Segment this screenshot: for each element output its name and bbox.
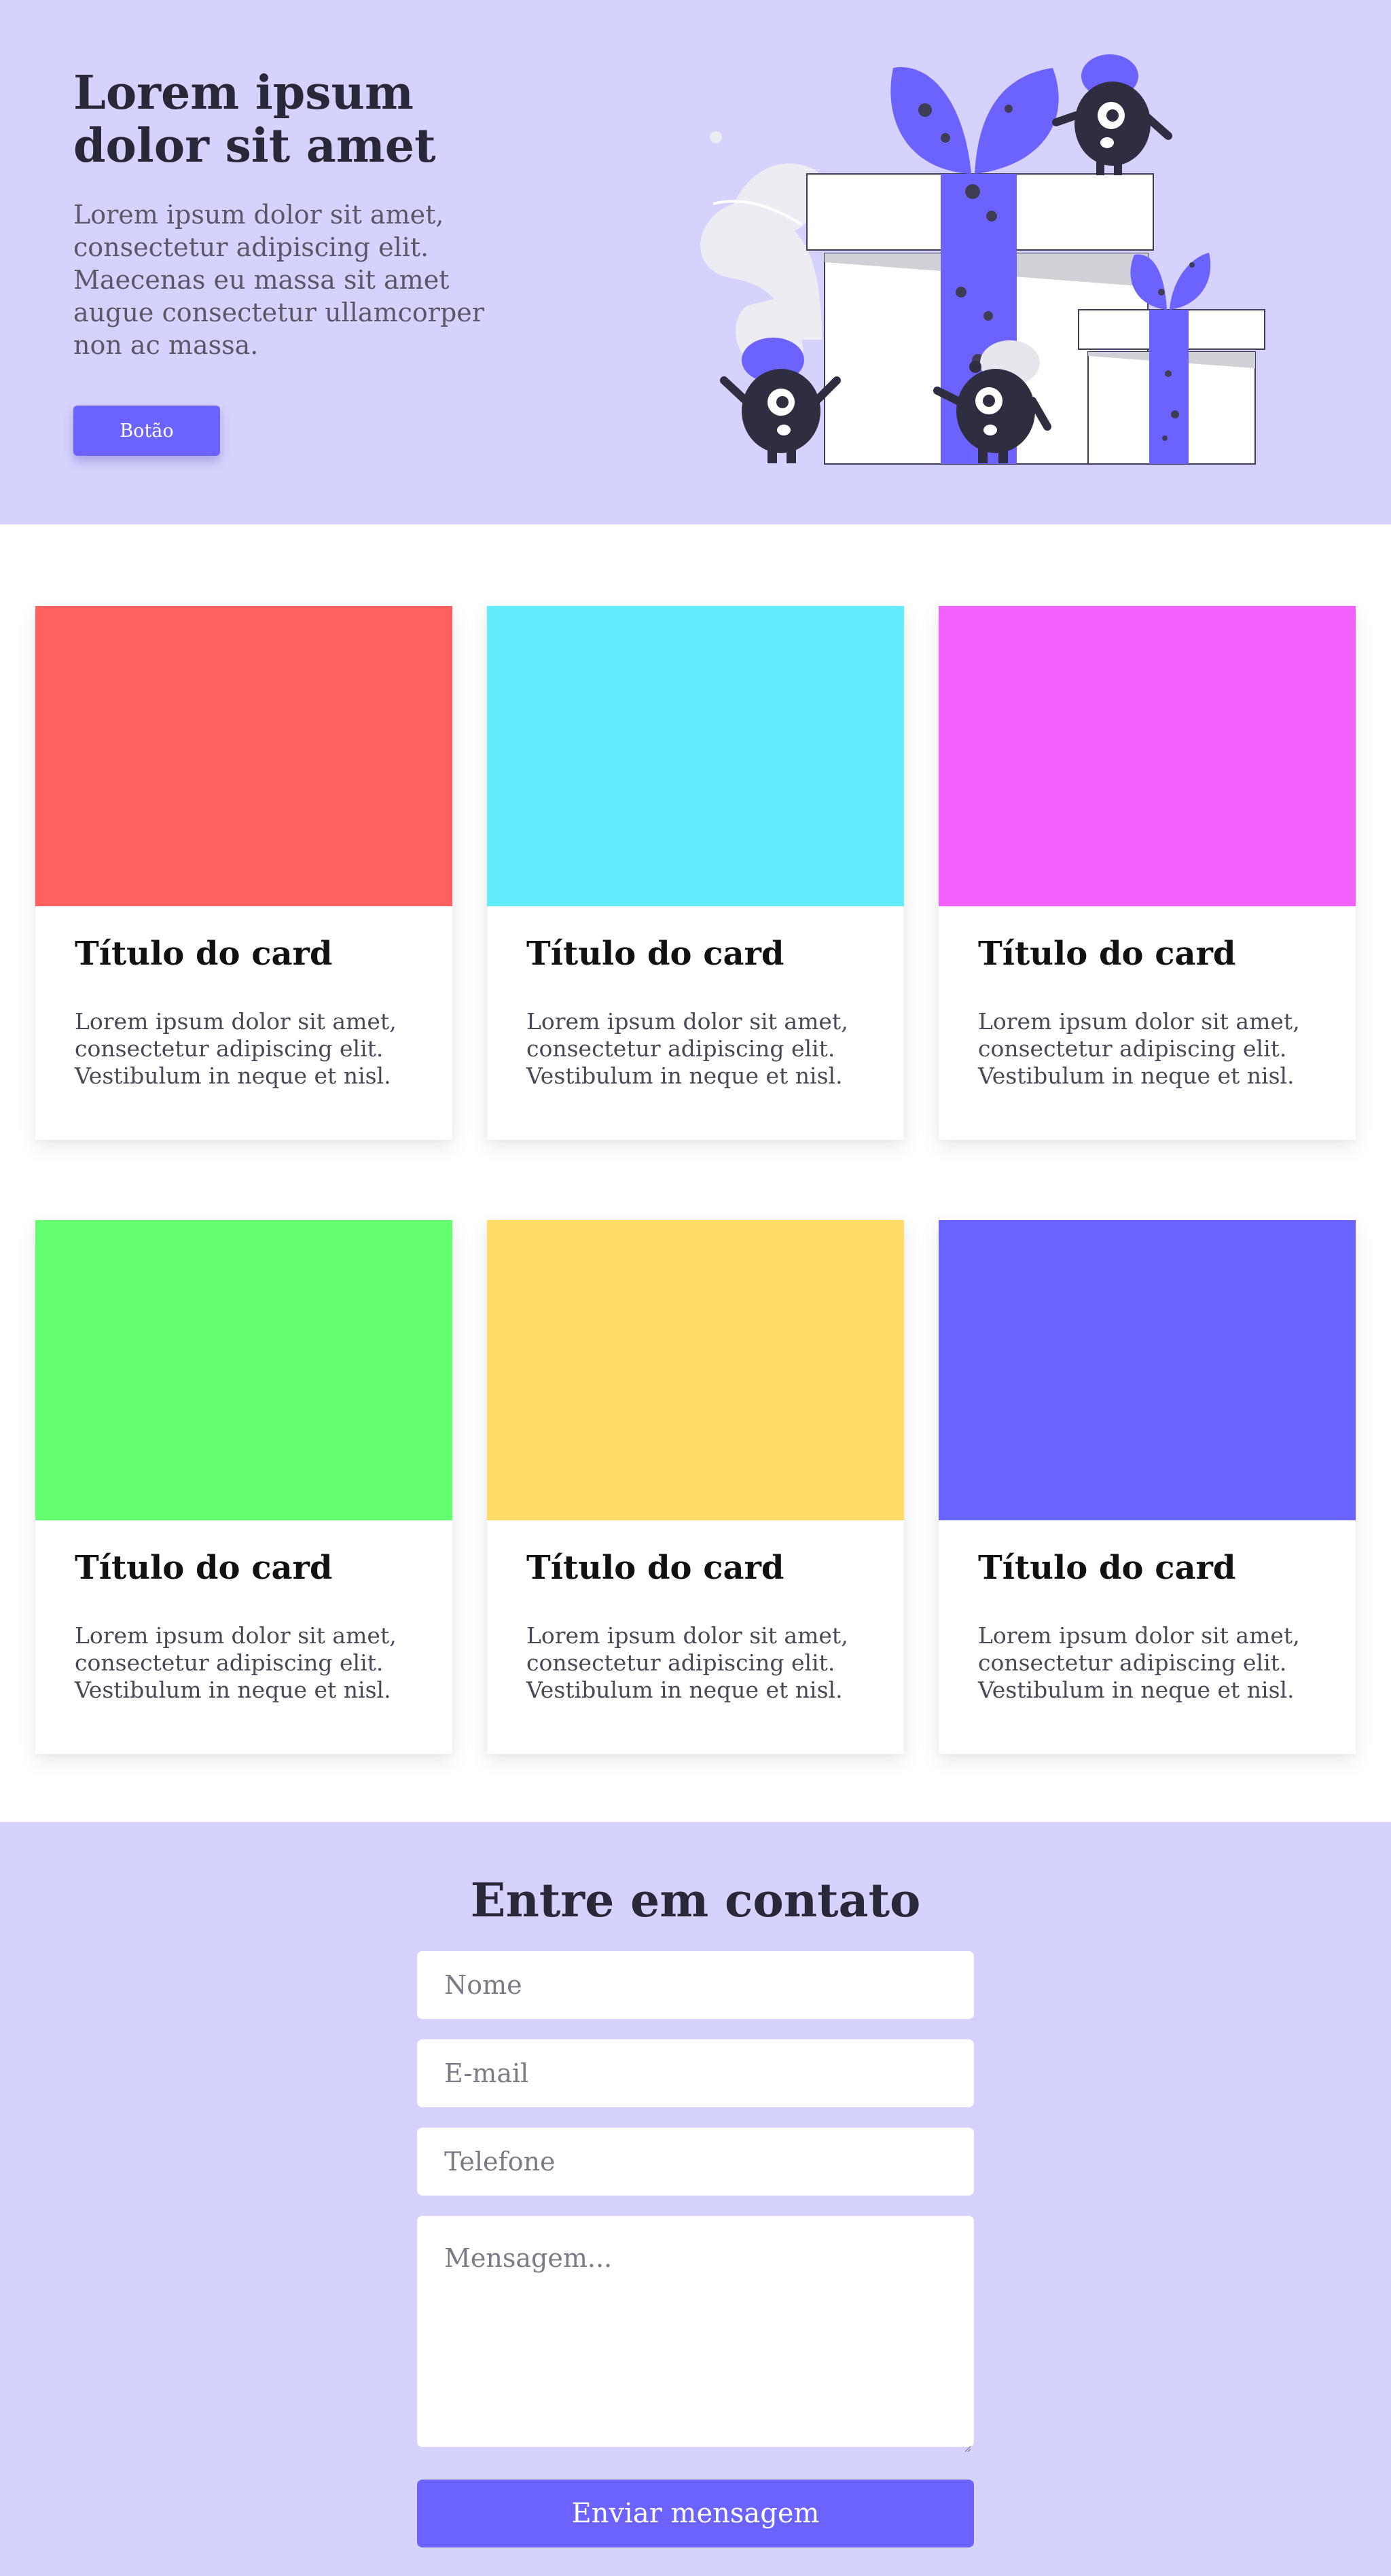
card-image (939, 1220, 1356, 1520)
gift-boxes-with-monsters-illustration (700, 54, 1265, 465)
card-title: Título do card (75, 935, 333, 973)
card-text: Lorem ipsum dolor sit amet, consectetur … (526, 1622, 848, 1703)
hero-button[interactable]: Botão (73, 406, 220, 456)
card: Título do card Lorem ipsum dolor sit ame… (487, 606, 904, 1140)
card: Título do card Lorem ipsum dolor sit ame… (939, 606, 1356, 1140)
card-title: Título do card (75, 1549, 333, 1587)
contact-title: Entre em contato (470, 1874, 921, 1928)
card-text: Lorem ipsum dolor sit amet, consectetur … (75, 1008, 397, 1089)
card-text: Lorem ipsum dolor sit amet, consectetur … (978, 1008, 1300, 1089)
contact-section: Entre em contato Enviar mensagem (0, 1822, 1391, 2576)
card-image (35, 1220, 452, 1520)
hero-text-block: Lorem ipsum dolor sit amet Lorem ipsum d… (73, 67, 508, 361)
phone-field[interactable] (417, 2128, 974, 2196)
hero-section: Lorem ipsum dolor sit amet Lorem ipsum d… (0, 0, 1391, 524)
card-text: Lorem ipsum dolor sit amet, consectetur … (978, 1622, 1300, 1703)
card-title: Título do card (978, 935, 1236, 973)
card-body: Título do card Lorem ipsum dolor sit ame… (35, 906, 452, 1090)
resize-handle-icon[interactable] (963, 2444, 971, 2452)
card-body: Título do card Lorem ipsum dolor sit ame… (939, 906, 1356, 1090)
card-body: Título do card Lorem ipsum dolor sit ame… (35, 1520, 452, 1704)
card-title: Título do card (978, 1549, 1236, 1587)
message-field[interactable] (417, 2216, 974, 2447)
name-field[interactable] (417, 1951, 974, 2019)
card-body: Título do card Lorem ipsum dolor sit ame… (487, 1520, 904, 1704)
card-title: Título do card (526, 935, 784, 973)
cards-section: Título do card Lorem ipsum dolor sit ame… (0, 524, 1391, 1822)
hero-title: Lorem ipsum dolor sit amet (73, 66, 436, 173)
email-field[interactable] (417, 2039, 974, 2107)
send-message-button[interactable]: Enviar mensagem (417, 2480, 974, 2547)
card: Título do card Lorem ipsum dolor sit ame… (35, 606, 452, 1140)
card-image (487, 1220, 904, 1520)
hero-description: Lorem ipsum dolor sit amet, consectetur … (73, 200, 484, 360)
card-body: Título do card Lorem ipsum dolor sit ame… (487, 906, 904, 1090)
card-image (487, 606, 904, 906)
card: Título do card Lorem ipsum dolor sit ame… (487, 1220, 904, 1754)
card-body: Título do card Lorem ipsum dolor sit ame… (939, 1520, 1356, 1704)
card-title: Título do card (526, 1549, 784, 1587)
card-image (939, 606, 1356, 906)
card-text: Lorem ipsum dolor sit amet, consectetur … (526, 1008, 848, 1089)
card-text: Lorem ipsum dolor sit amet, consectetur … (75, 1622, 397, 1703)
card: Título do card Lorem ipsum dolor sit ame… (35, 1220, 452, 1754)
card: Título do card Lorem ipsum dolor sit ame… (939, 1220, 1356, 1754)
card-image (35, 606, 452, 906)
